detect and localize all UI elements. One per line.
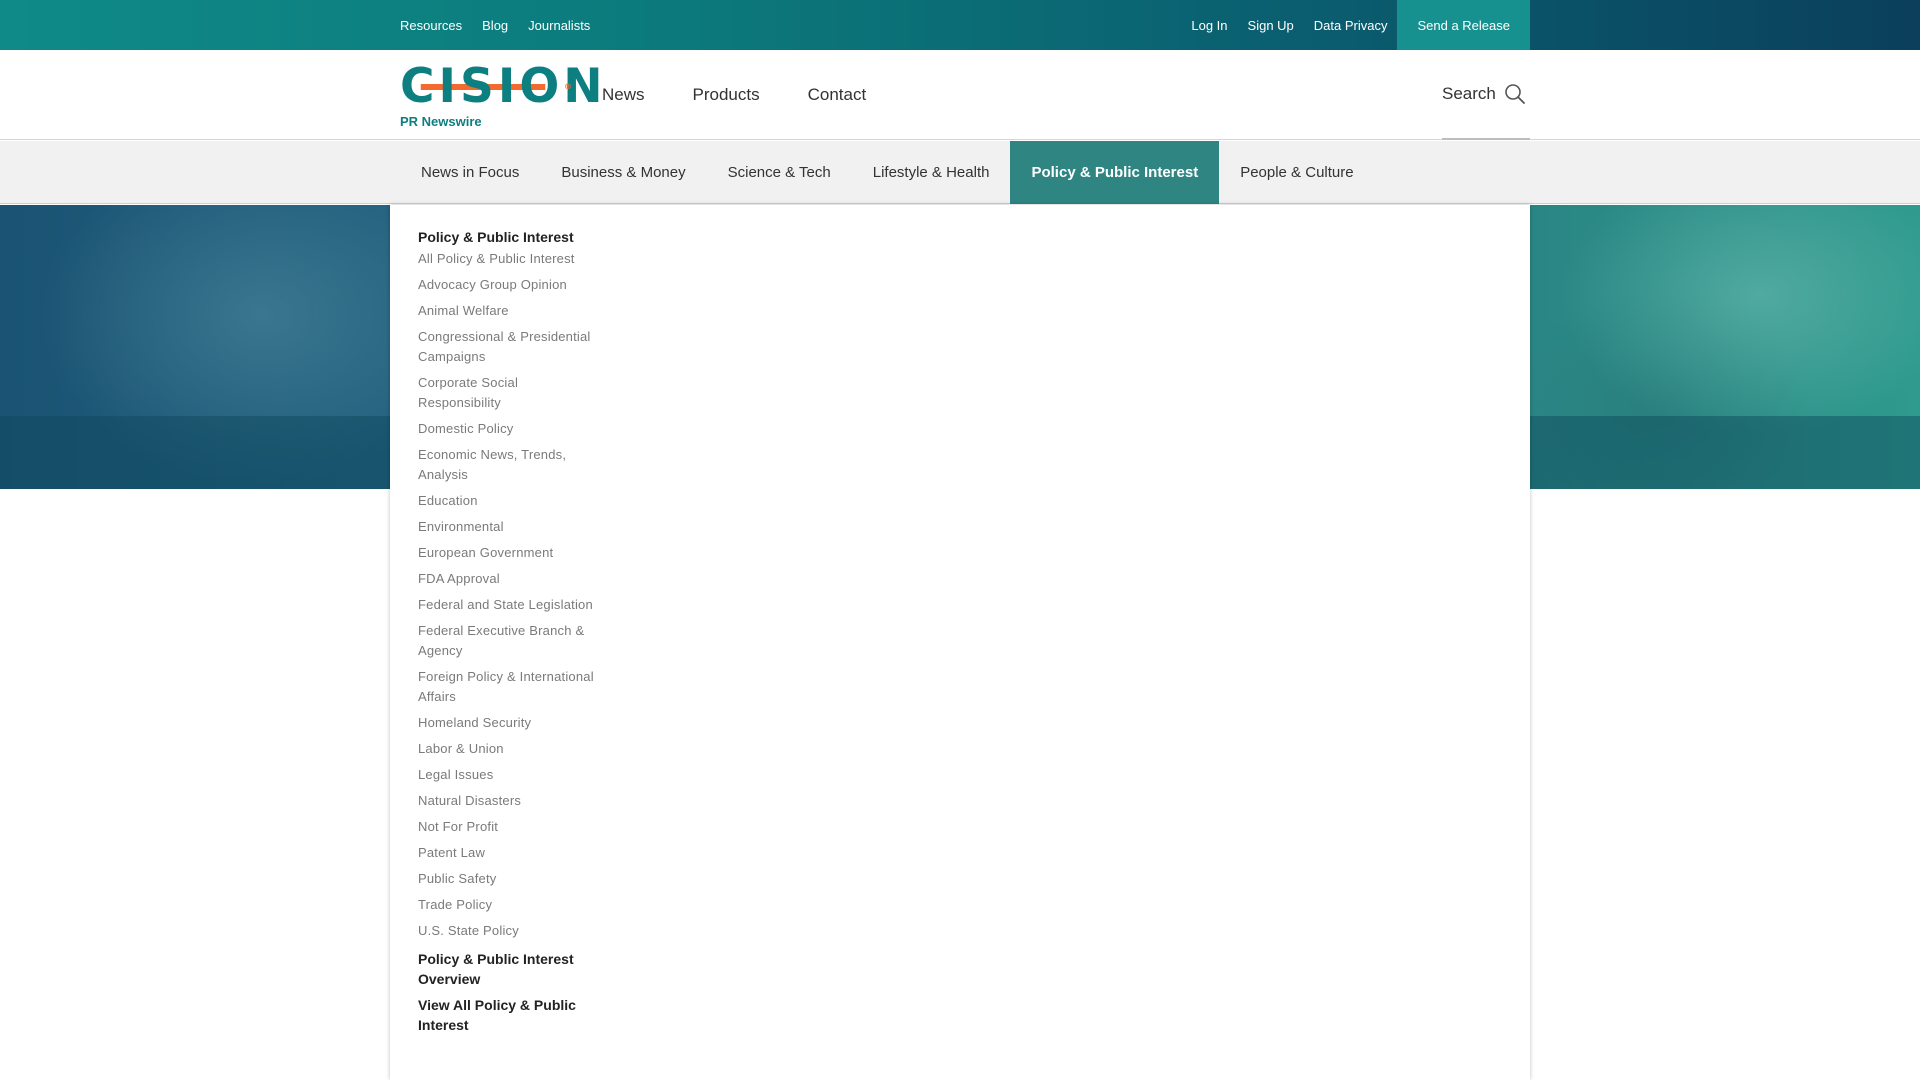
- sign-up-link[interactable]: Sign Up: [1248, 18, 1294, 33]
- dropdown-item[interactable]: Natural Disasters: [418, 791, 596, 811]
- send-release-button[interactable]: Send a Release: [1397, 0, 1530, 50]
- nav-contact[interactable]: Contact: [808, 85, 867, 105]
- dropdown-item[interactable]: Economic News, Trends, Analysis: [418, 445, 596, 485]
- tab-business-money[interactable]: Business & Money: [540, 141, 706, 204]
- dropdown-item[interactable]: Patent Law: [418, 843, 596, 863]
- utility-bar: Resources Blog Journalists Log In Sign U…: [0, 0, 1920, 50]
- nav-news[interactable]: News: [602, 85, 645, 105]
- search-button[interactable]: Search: [1442, 50, 1530, 140]
- dropdown-item[interactable]: All Policy & Public Interest: [418, 249, 596, 269]
- view-all-link[interactable]: View All Policy & Public Interest: [418, 995, 596, 1035]
- utility-links-right: Log In Sign Up Data Privacy Send a Relea…: [1171, 0, 1530, 50]
- dropdown-list: All Policy & Public Interest Advocacy Gro…: [418, 249, 596, 941]
- dropdown-item[interactable]: Environmental: [418, 517, 596, 537]
- dropdown-item[interactable]: European Government: [418, 543, 596, 563]
- tab-lifestyle-health[interactable]: Lifestyle & Health: [852, 141, 1011, 204]
- dropdown-item[interactable]: Congressional & Presidential Campaigns: [418, 327, 596, 367]
- registered-mark: ®: [564, 82, 576, 91]
- main-nav: News Products Contact: [602, 50, 914, 140]
- dropdown-item[interactable]: Federal and State Legislation: [418, 595, 596, 615]
- dropdown-item[interactable]: Legal Issues: [418, 765, 596, 785]
- site-header: CISION ® PR Newswire News Products Conta…: [0, 50, 1920, 140]
- tab-people-culture[interactable]: People & Culture: [1219, 141, 1374, 204]
- resources-link[interactable]: Resources: [400, 18, 462, 33]
- dropdown-item[interactable]: Public Safety: [418, 869, 596, 889]
- dropdown-item[interactable]: Homeland Security: [418, 713, 596, 733]
- dropdown-item[interactable]: Domestic Policy: [418, 419, 596, 439]
- nav-products[interactable]: Products: [693, 85, 760, 105]
- utility-links-left: Resources Blog Journalists: [400, 0, 610, 50]
- tab-policy-public-interest[interactable]: Policy & Public Interest: [1010, 141, 1220, 204]
- search-icon: [1505, 84, 1525, 104]
- cision-logo[interactable]: CISION ® PR Newswire: [400, 62, 603, 132]
- dropdown-item[interactable]: Education: [418, 491, 596, 511]
- search-label: Search: [1442, 84, 1496, 103]
- logo-wordmark: CISION ®: [400, 62, 603, 112]
- dropdown-item[interactable]: Corporate Social Responsibility: [418, 373, 596, 413]
- dropdown-item[interactable]: Federal Executive Branch & Agency: [418, 621, 596, 661]
- logo-subtitle: PR Newswire: [400, 114, 482, 129]
- data-privacy-link[interactable]: Data Privacy: [1314, 18, 1388, 33]
- mega-menu-dropdown: Policy & Public Interest All Policy & Pu…: [390, 205, 1530, 1080]
- tab-science-tech[interactable]: Science & Tech: [707, 141, 852, 204]
- dropdown-item[interactable]: Not For Profit: [418, 817, 596, 837]
- journalists-link[interactable]: Journalists: [528, 18, 590, 33]
- dropdown-column: Policy & Public Interest All Policy & Pu…: [418, 227, 596, 1035]
- log-in-link[interactable]: Log In: [1191, 18, 1227, 33]
- dropdown-item[interactable]: Trade Policy: [418, 895, 596, 915]
- dropdown-item[interactable]: Advocacy Group Opinion: [418, 275, 596, 295]
- dropdown-item[interactable]: Labor & Union: [418, 739, 596, 759]
- dropdown-item[interactable]: Animal Welfare: [418, 301, 596, 321]
- dropdown-heading[interactable]: Policy & Public Interest: [418, 227, 596, 247]
- category-nav: News in Focus Business & Money Science &…: [0, 141, 1920, 204]
- tab-news-in-focus[interactable]: News in Focus: [400, 141, 540, 204]
- dropdown-item[interactable]: FDA Approval: [418, 569, 596, 589]
- overview-link[interactable]: Policy & Public Interest Overview: [418, 949, 596, 989]
- blog-link[interactable]: Blog: [482, 18, 508, 33]
- dropdown-item[interactable]: Foreign Policy & International Affairs: [418, 667, 596, 707]
- dropdown-item[interactable]: U.S. State Policy: [418, 921, 596, 941]
